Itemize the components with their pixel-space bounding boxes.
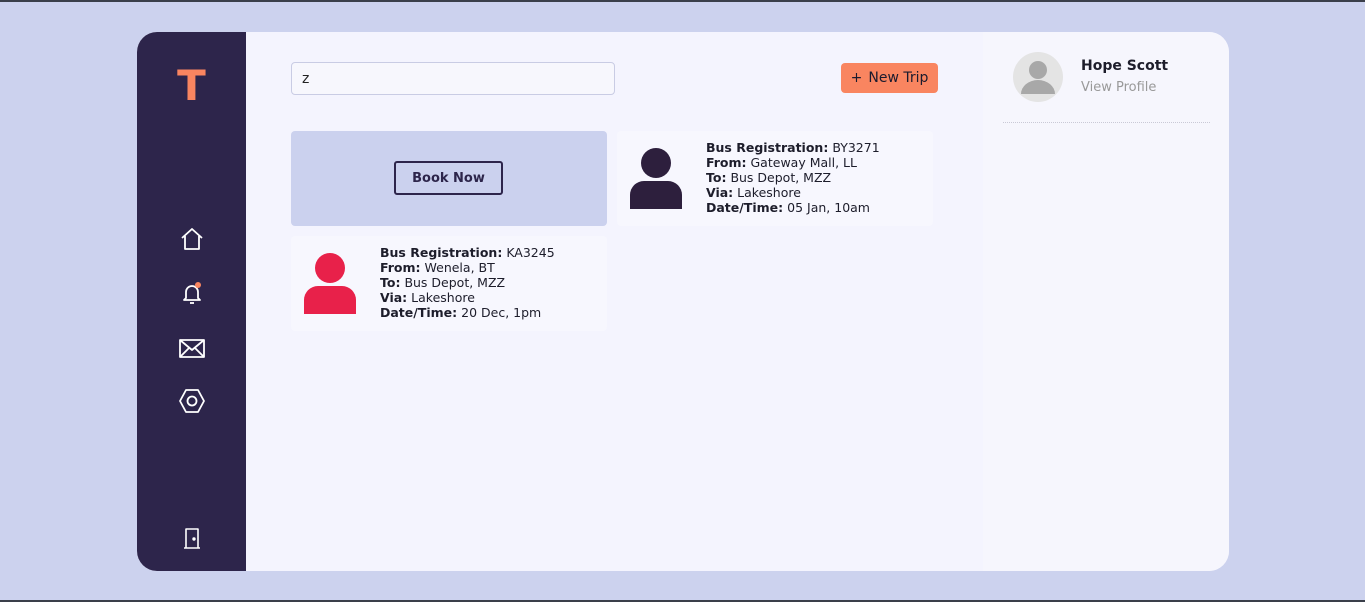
trip-details: Bus Registration: KA3245 From: Wenela, B…: [380, 245, 555, 320]
book-card: Book Now: [291, 131, 607, 226]
main-content: + New Trip Book Now Bus Registration: BY…: [246, 32, 983, 571]
trip-card[interactable]: Bus Registration: BY3271 From: Gateway M…: [617, 131, 933, 226]
new-trip-label: New Trip: [868, 70, 929, 86]
settings-icon[interactable]: [178, 387, 206, 415]
plus-icon: +: [850, 70, 863, 86]
user-icon: [1021, 61, 1055, 94]
mail-icon[interactable]: [178, 334, 206, 362]
home-icon[interactable]: [178, 225, 206, 253]
divider: [1003, 122, 1210, 123]
trip-card[interactable]: Bus Registration: KA3245 From: Wenela, B…: [291, 236, 607, 331]
user-avatar-icon: [304, 253, 356, 314]
view-profile-link[interactable]: View Profile: [1081, 80, 1156, 95]
trip-to: Bus Depot, MZZ: [404, 275, 506, 290]
new-trip-button[interactable]: + New Trip: [841, 63, 938, 93]
user-avatar-icon: [630, 148, 682, 209]
trip-from: Wenela, BT: [424, 260, 495, 275]
logout-icon[interactable]: [178, 524, 206, 552]
trip-datetime: 20 Dec, 1pm: [461, 305, 542, 320]
app-logo: T: [177, 61, 206, 110]
search-input[interactable]: [291, 62, 615, 95]
trip-via: Lakeshore: [411, 290, 475, 305]
profile-avatar[interactable]: [1013, 52, 1063, 102]
bus-registration: BY3271: [832, 140, 880, 155]
app-window: T z + New Trip Book Now Bus Registration…: [137, 32, 1229, 571]
trip-datetime: 05 Jan, 10am: [787, 200, 870, 215]
bell-icon[interactable]: [178, 279, 206, 307]
sidebar: T: [137, 32, 246, 571]
notification-dot: [195, 282, 201, 288]
trip-to: Bus Depot, MZZ: [730, 170, 832, 185]
profile-name: Hope Scott: [1081, 58, 1169, 74]
book-now-button[interactable]: Book Now: [394, 161, 503, 195]
trip-via: Lakeshore: [737, 185, 801, 200]
profile-panel: Hope Scott View Profile: [983, 32, 1229, 571]
trip-details: Bus Registration: BY3271 From: Gateway M…: [706, 140, 880, 215]
bus-registration: KA3245: [506, 245, 555, 260]
trip-from: Gateway Mall, LL: [750, 155, 857, 170]
